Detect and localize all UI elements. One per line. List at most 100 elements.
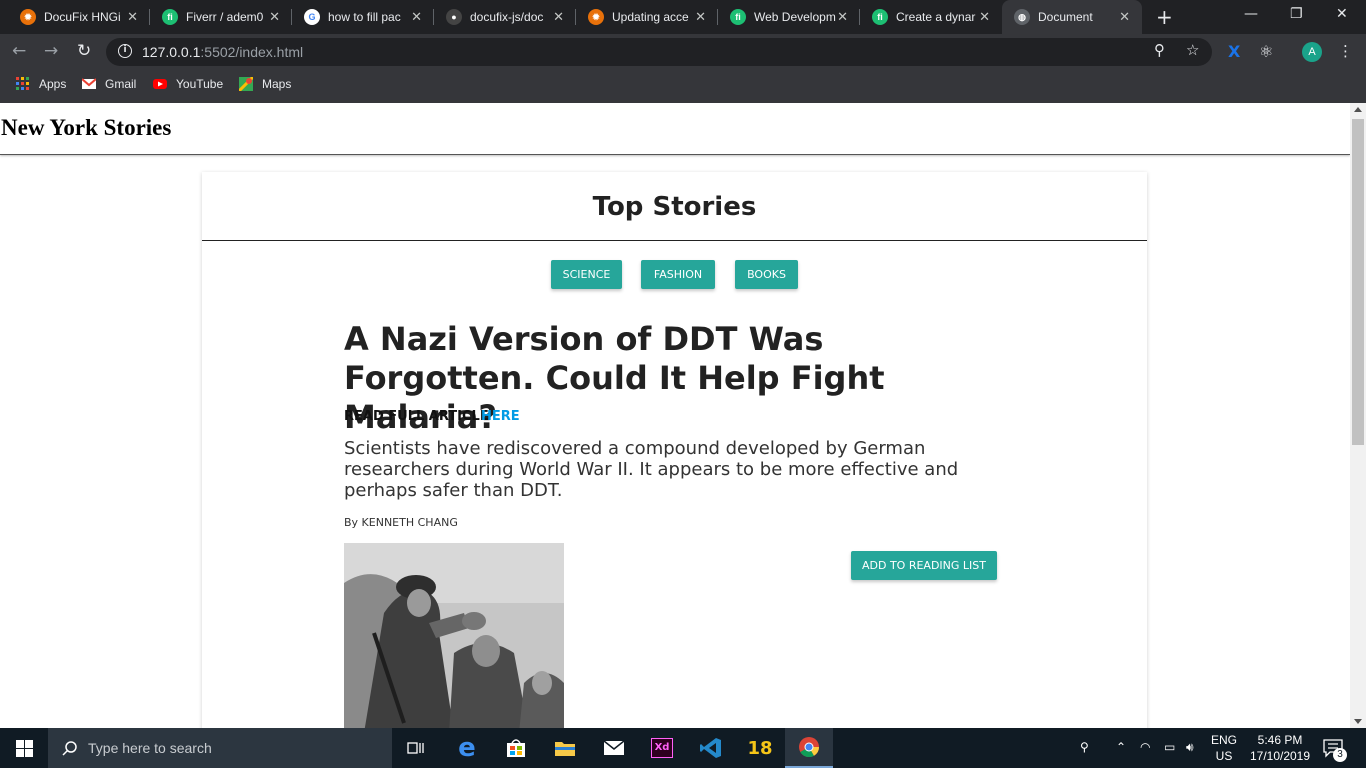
notification-count-badge: 3 <box>1333 748 1347 762</box>
tab-title: Fiverr / adem0 <box>186 10 264 24</box>
new-tab-icon[interactable]: + <box>1156 5 1173 29</box>
bookmarks-bar: Apps Gmail YouTube Maps <box>0 70 1366 103</box>
close-tab-icon[interactable]: ✕ <box>1119 9 1130 25</box>
github-icon: ● <box>446 9 462 25</box>
browser-tab-strip: ✹ DocuFix HNGi ✕ fi Fiverr / adem0 ✕ G h… <box>0 0 1366 34</box>
google-icon: G <box>304 9 320 25</box>
tab-title: Document <box>1038 10 1093 24</box>
apps-grid-icon <box>16 77 29 90</box>
windows-taskbar: Type here to search e Xd 18 ⚲ ⌃ ◠ ▭ 🔊︎ E… <box>0 728 1366 768</box>
bookmark-maps[interactable]: Maps <box>239 77 291 91</box>
browser-tab[interactable]: ● docufix-js/doc ✕ <box>434 0 576 34</box>
close-tab-icon[interactable]: ✕ <box>553 9 564 25</box>
taskbar-app-vscode[interactable] <box>687 728 735 768</box>
taskbar-app-store[interactable] <box>492 728 540 768</box>
bookmark-label: Maps <box>262 77 292 91</box>
browser-tab[interactable]: fi Fiverr / adem0 ✕ <box>150 0 292 34</box>
zoom-icon[interactable]: ⚲ <box>1154 41 1165 59</box>
add-to-reading-list-button[interactable]: ADD TO READING LIST <box>851 551 997 580</box>
clock-time: 5:46 PM <box>1257 733 1303 747</box>
page-viewport: New York Stories Top Stories SCIENCE FAS… <box>0 103 1350 728</box>
tab-title: Create a dynar <box>896 10 976 24</box>
close-tab-icon[interactable]: ✕ <box>411 9 422 25</box>
category-button-science[interactable]: SCIENCE <box>551 260 622 289</box>
bookmark-label: Apps <box>39 77 67 91</box>
show-hidden-icons-chevron-icon[interactable]: ⌃ <box>1116 740 1126 754</box>
forward-arrow-icon[interactable]: → <box>44 41 58 61</box>
taskbar-app-adobe-xd[interactable]: Xd <box>638 728 686 768</box>
article-byline: By KENNETH CHANG <box>344 516 458 529</box>
menu-kebab-icon[interactable]: ⋮ <box>1338 42 1353 60</box>
close-tab-icon[interactable]: ✕ <box>695 9 706 25</box>
bookmark-label: YouTube <box>176 77 224 91</box>
profile-avatar[interactable]: A <box>1302 42 1322 62</box>
browser-tab[interactable]: ✹ Updating acce ✕ <box>576 0 718 34</box>
globe-icon: ◍ <box>1014 9 1030 25</box>
site-title: New York Stories <box>1 115 172 140</box>
taskbar-clock[interactable]: 5:46 PM 17/10/2019 <box>1248 732 1312 764</box>
docufix-icon: ✹ <box>588 9 604 25</box>
extension-x-icon[interactable]: X <box>1228 42 1240 61</box>
task-view-icon <box>407 742 424 754</box>
vscode-icon <box>700 738 721 758</box>
close-tab-icon[interactable]: ✕ <box>979 9 990 25</box>
battery-icon[interactable]: ▭ <box>1164 740 1175 754</box>
browser-tab[interactable]: G how to fill pac ✕ <box>292 0 434 34</box>
site-info-icon[interactable]: i <box>118 44 132 58</box>
url-text[interactable]: 127.0.0.1:5502/index.html <box>142 44 303 60</box>
minimize-icon[interactable]: — <box>1244 6 1258 22</box>
volume-icon[interactable]: 🔊︎ <box>1186 740 1194 755</box>
close-window-icon[interactable]: ✕ <box>1336 6 1348 22</box>
article-photo-image <box>344 543 564 728</box>
wifi-icon[interactable]: ◠ <box>1140 740 1150 754</box>
fiverr-icon: fi <box>162 9 178 25</box>
start-button[interactable] <box>0 728 48 768</box>
taskbar-search-box[interactable]: Type here to search <box>48 728 392 768</box>
close-tab-icon[interactable]: ✕ <box>127 9 138 25</box>
bookmark-apps[interactable]: Apps <box>16 77 66 91</box>
category-button-books[interactable]: BOOKS <box>735 260 798 289</box>
back-arrow-icon[interactable]: ← <box>12 41 26 61</box>
browser-tab-active[interactable]: ◍ Document ✕ <box>1002 0 1142 34</box>
taskbar-app-mail[interactable] <box>590 728 638 768</box>
scroll-down-arrow-icon[interactable] <box>1354 719 1362 724</box>
app-18-icon: 18 <box>747 737 773 759</box>
section-divider <box>202 240 1147 241</box>
bookmark-star-icon[interactable]: ☆ <box>1186 41 1199 59</box>
browser-tab[interactable]: fi Create a dynar ✕ <box>860 0 1002 34</box>
taskbar-app-18[interactable]: 18 <box>736 728 784 768</box>
browser-tab[interactable]: fi Web Developm ✕ <box>718 0 860 34</box>
taskbar-app-file-explorer[interactable] <box>541 728 589 768</box>
url-host: 127.0.0.1 <box>142 44 201 60</box>
adobe-xd-icon: Xd <box>651 738 673 758</box>
article-photo <box>344 543 564 728</box>
people-icon[interactable]: ⚲ <box>1080 740 1089 754</box>
maps-icon <box>239 77 253 91</box>
windows-logo-icon <box>15 739 33 757</box>
reload-icon[interactable]: ↻ <box>77 41 91 61</box>
maximize-icon[interactable]: ❐ <box>1290 6 1303 22</box>
scroll-up-arrow-icon[interactable] <box>1354 107 1362 112</box>
fiverr-icon: fi <box>730 9 746 25</box>
react-devtools-icon[interactable]: ⚛ <box>1259 42 1273 61</box>
region-code: US <box>1215 749 1233 763</box>
scroll-thumb[interactable] <box>1352 119 1364 445</box>
address-bar[interactable]: i 127.0.0.1:5502/index.html ⚲ ☆ <box>106 38 1212 66</box>
page-scrollbar[interactable] <box>1350 103 1366 728</box>
bookmark-youtube[interactable]: YouTube <box>153 77 223 91</box>
read-full-article-link[interactable]: HERE <box>481 409 520 424</box>
file-explorer-icon <box>555 742 575 756</box>
close-tab-icon[interactable]: ✕ <box>269 9 280 25</box>
taskbar-app-chrome[interactable] <box>785 728 833 768</box>
task-view-button[interactable] <box>392 728 440 768</box>
store-icon <box>507 739 525 757</box>
tab-title: Web Developm <box>754 10 836 24</box>
input-language-indicator[interactable]: ENG US <box>1208 732 1240 764</box>
category-button-fashion[interactable]: FASHION <box>641 260 715 289</box>
close-tab-icon[interactable]: ✕ <box>837 9 848 25</box>
browser-tab[interactable]: ✹ DocuFix HNGi ✕ <box>0 0 150 34</box>
bookmark-gmail[interactable]: Gmail <box>82 77 136 91</box>
docufix-icon: ✹ <box>20 9 36 25</box>
taskbar-app-edge[interactable]: e <box>443 728 491 768</box>
clock-date: 17/10/2019 <box>1249 749 1311 763</box>
